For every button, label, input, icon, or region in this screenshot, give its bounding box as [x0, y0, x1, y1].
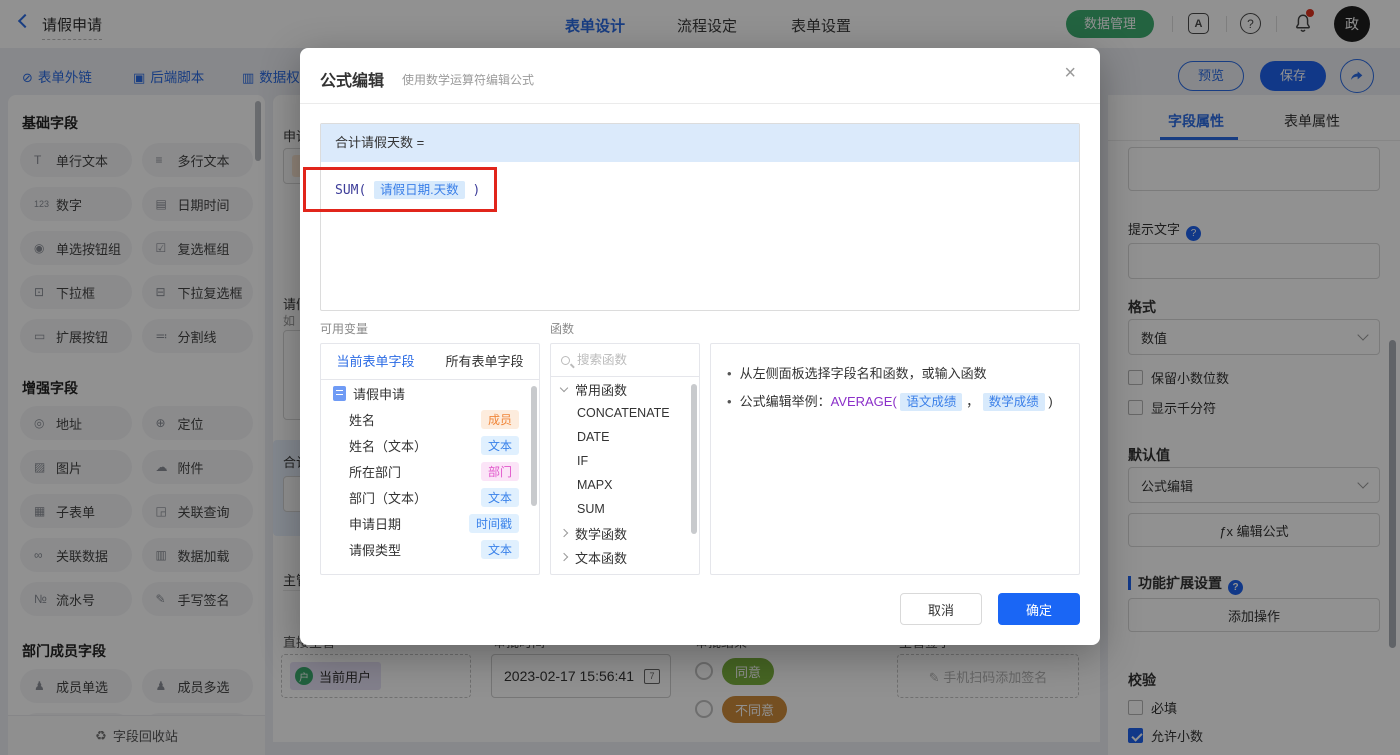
caret-down-icon — [560, 383, 568, 391]
tip-text: 公式编辑举例： — [740, 394, 831, 409]
variable-name: 部门（文本） — [349, 488, 481, 507]
function-item-date[interactable]: DATE — [551, 425, 699, 449]
tab-current-form-fields[interactable]: 当前表单字段 — [321, 344, 430, 379]
example-function: AVERAGE( — [831, 394, 897, 409]
formula-editor: 合计请假天数 = SUM( 请假日期.天数 ) — [320, 123, 1080, 311]
formula-target: 合计请假天数 = — [321, 124, 1079, 162]
dialog-title: 公式编辑 — [320, 67, 384, 91]
functions-scrollbar[interactable] — [691, 384, 697, 534]
example-chip: 数学成绩 — [983, 393, 1045, 411]
formula-edit-dialog: 公式编辑 使用数学运算符编辑公式 × 合计请假天数 = SUM( 请假日期.天数… — [300, 48, 1100, 645]
cancel-button[interactable]: 取消 — [900, 593, 982, 625]
group-label: 文本函数 — [575, 548, 627, 567]
type-badge-text: 文本 — [481, 488, 519, 507]
function-item-concatenate[interactable]: CONCATENATE — [551, 401, 699, 425]
variables-tabs: 当前表单字段 所有表单字段 — [321, 344, 539, 380]
tree-root-label: 请假申请 — [353, 384, 527, 403]
variable-name: 姓名 — [349, 410, 481, 429]
function-group-math[interactable]: 数学函数 — [551, 521, 699, 545]
bullet: • — [727, 366, 732, 381]
variables-panel: 当前表单字段 所有表单字段 请假申请 姓名 成员 姓名（文本） 文本 所在部门 … — [320, 343, 540, 575]
group-label: 数学函数 — [575, 524, 627, 543]
tab-all-form-fields[interactable]: 所有表单字段 — [430, 344, 539, 379]
type-badge-text: 文本 — [481, 436, 519, 455]
caret-right-icon — [560, 529, 568, 537]
type-badge-member: 成员 — [481, 410, 519, 429]
type-badge-text: 文本 — [481, 540, 519, 559]
close-paren: ) — [1048, 394, 1052, 409]
example-chip: 语文成绩 — [900, 393, 962, 411]
function-group-common[interactable]: 常用函数 — [551, 377, 699, 401]
tree-root-row[interactable]: 请假申请 — [321, 380, 539, 406]
variables-label: 可用变量 — [320, 320, 368, 337]
variable-name: 姓名（文本） — [349, 436, 481, 455]
variable-row[interactable]: 申请日期 时间戳 — [321, 510, 539, 536]
search-icon — [561, 356, 570, 365]
function-item-mapx[interactable]: MAPX — [551, 473, 699, 497]
close-icon[interactable]: × — [1064, 62, 1076, 85]
functions-panel: 常用函数 CONCATENATE DATE IF MAPX SUM 数学函数 文… — [550, 343, 700, 575]
confirm-button[interactable]: 确定 — [998, 593, 1080, 625]
function-search-input[interactable] — [577, 353, 677, 367]
function-group-text[interactable]: 文本函数 — [551, 545, 699, 569]
form-doc-icon — [333, 386, 346, 401]
variable-row[interactable]: 所在部门 部门 — [321, 458, 539, 484]
help-panel: • 从左侧面板选择字段名和函数，或输入函数 • 公式编辑举例：AVERAGE( 语文… — [710, 343, 1080, 575]
variable-row[interactable]: 请假类型 文本 — [321, 536, 539, 562]
variable-name: 请假类型 — [349, 540, 481, 559]
bullet: • — [727, 394, 732, 409]
divider — [300, 103, 1100, 104]
function-item-sum[interactable]: SUM — [551, 497, 699, 521]
help-tip-2: • 公式编辑举例：AVERAGE( 语文成绩 ， 数学成绩 ) — [727, 388, 1063, 416]
caret-right-icon — [560, 553, 568, 561]
type-badge-dept: 部门 — [481, 462, 519, 481]
variable-name: 所在部门 — [349, 462, 481, 481]
comma: ， — [966, 394, 979, 409]
red-annotation-box — [303, 167, 497, 212]
variable-name: 申请日期 — [349, 514, 469, 533]
variable-row[interactable]: 姓名（文本） 文本 — [321, 432, 539, 458]
variable-row[interactable]: 部门（文本） 文本 — [321, 484, 539, 510]
function-item-if[interactable]: IF — [551, 449, 699, 473]
variables-scrollbar[interactable] — [531, 386, 537, 506]
function-search[interactable] — [551, 344, 699, 377]
variable-row[interactable]: 姓名 成员 — [321, 406, 539, 432]
type-badge-timestamp: 时间戳 — [469, 514, 519, 533]
group-label: 常用函数 — [575, 380, 627, 399]
dialog-subtitle: 使用数学运算符编辑公式 — [402, 71, 534, 88]
tip-text: 从左侧面板选择字段名和函数，或输入函数 — [740, 366, 987, 381]
help-tip-1: • 从左侧面板选择字段名和函数，或输入函数 — [727, 360, 1063, 388]
functions-label: 函数 — [550, 320, 574, 337]
